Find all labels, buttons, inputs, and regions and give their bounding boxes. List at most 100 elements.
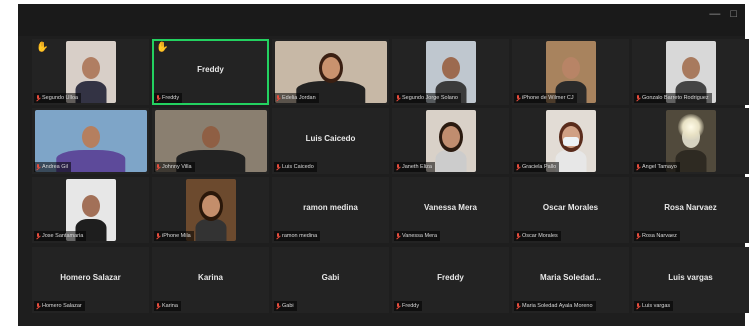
participant-name: Freddy bbox=[402, 303, 420, 309]
participant-tile[interactable]: Andrea Gil bbox=[32, 108, 149, 174]
participant-tile[interactable]: Luis Caicedo Luis Caicedo bbox=[272, 108, 389, 174]
person-head-shape bbox=[561, 57, 580, 79]
participant-name-label: iPhone de Wilmer CJ bbox=[514, 93, 577, 103]
participant-name: Angel Tamayo bbox=[642, 164, 677, 170]
person-head-shape bbox=[321, 57, 340, 79]
participant-tile[interactable]: ✋ Segundo Ulloa bbox=[32, 39, 149, 105]
muted-mic-icon bbox=[396, 303, 400, 309]
participant-name-label: iPhone Mila bbox=[154, 231, 194, 241]
participant-name-label: Segundo Ulloa bbox=[34, 93, 82, 103]
person-head-shape bbox=[81, 57, 100, 79]
participant-tile[interactable]: Vanessa Mera Vanessa Mera bbox=[392, 177, 509, 243]
participant-tile[interactable]: Rosa Narvaez Rosa Narvaez bbox=[632, 177, 749, 243]
muted-mic-icon bbox=[396, 233, 400, 239]
participant-display-name: Karina bbox=[198, 273, 223, 282]
participant-name: Segundo Jorge Solano bbox=[402, 95, 458, 101]
participant-tile[interactable]: Johnny Villa bbox=[152, 108, 269, 174]
participant-name: ramon medina bbox=[282, 233, 318, 239]
participant-tile[interactable]: Freddy Freddy bbox=[392, 247, 509, 313]
participant-tile[interactable]: Segundo Jorge Solano bbox=[392, 39, 509, 105]
participant-tile[interactable]: ramon medina ramon medina bbox=[272, 177, 389, 243]
participant-name: Edelia Jordan bbox=[282, 95, 316, 101]
participant-tile[interactable]: Karina Karina bbox=[152, 247, 269, 313]
participant-tile[interactable]: Homero Salazar Homero Salazar bbox=[32, 247, 149, 313]
participant-display-name: Freddy bbox=[437, 273, 464, 282]
participant-name-label: Homero Salazar bbox=[34, 301, 85, 311]
participant-tile[interactable]: Maria Soledad... Maria Soledad Ayala More… bbox=[512, 247, 629, 313]
maximize-button[interactable]: □ bbox=[730, 8, 737, 20]
person-head-shape bbox=[441, 57, 460, 79]
muted-mic-icon bbox=[396, 95, 400, 101]
participant-name-label: Rosa Narvaez bbox=[634, 231, 680, 241]
muted-mic-icon bbox=[396, 164, 400, 170]
participant-name-label: Luis Caicedo bbox=[274, 162, 317, 172]
participant-tile[interactable]: Jose Santamaria bbox=[32, 177, 149, 243]
participant-tile[interactable]: Oscar Morales Oscar Morales bbox=[512, 177, 629, 243]
muted-mic-icon bbox=[36, 303, 40, 309]
person-head-shape bbox=[681, 57, 700, 79]
participant-name: Johnny Villa bbox=[162, 164, 192, 170]
participant-name-label: Vanessa Mera bbox=[394, 231, 441, 241]
participant-display-name: Maria Soledad... bbox=[540, 273, 601, 282]
participant-name-label: Johnny Villa bbox=[154, 162, 195, 172]
light-glare-shape bbox=[677, 114, 704, 140]
participant-tile[interactable]: Edelia Jordan bbox=[272, 39, 389, 105]
person-head-shape bbox=[81, 126, 100, 148]
participant-name: Karina bbox=[162, 303, 178, 309]
participant-name-label: Luis vargas bbox=[634, 301, 674, 311]
participant-name-label: Maria Soledad Ayala Moreno bbox=[514, 301, 596, 311]
muted-mic-icon bbox=[636, 95, 640, 101]
participant-tile[interactable]: Gabi Gabi bbox=[272, 247, 389, 313]
participant-name: Gabi bbox=[282, 303, 294, 309]
muted-mic-icon bbox=[516, 303, 520, 309]
person-body-shape bbox=[435, 150, 466, 172]
participant-name-label: Graciela Pallo bbox=[514, 162, 560, 172]
muted-mic-icon bbox=[156, 164, 160, 170]
person-head-shape bbox=[441, 126, 460, 148]
participant-tile[interactable]: Graciela Pallo bbox=[512, 108, 629, 174]
participant-name-label: Freddy bbox=[154, 93, 183, 103]
participant-name: Oscar Morales bbox=[522, 233, 558, 239]
muted-mic-icon bbox=[276, 233, 280, 239]
participant-display-name: Oscar Morales bbox=[542, 203, 599, 212]
muted-mic-icon bbox=[156, 95, 160, 101]
participant-tile[interactable]: Janeth Eliza bbox=[392, 108, 509, 174]
participant-tile[interactable]: Luis vargas Luis vargas bbox=[632, 247, 749, 313]
participant-name-label: Edelia Jordan bbox=[274, 93, 319, 103]
participant-name-label: Oscar Morales bbox=[514, 231, 561, 241]
participant-name: iPhone Mila bbox=[162, 233, 191, 239]
muted-mic-icon bbox=[36, 233, 40, 239]
participant-name: Janeth Eliza bbox=[402, 164, 432, 170]
participant-display-name: Luis vargas bbox=[668, 273, 713, 282]
participant-display-name: Gabi bbox=[321, 273, 340, 282]
participant-tile[interactable]: Gonzalo Barreto Rodriguez bbox=[632, 39, 749, 105]
meeting-window: — □ ✋ Segundo Ulloa Freddy ✋ Freddy Edelia Jo… bbox=[18, 4, 749, 326]
person-head-shape bbox=[201, 126, 220, 148]
participant-name: Jose Santamaria bbox=[42, 233, 84, 239]
participant-name: Homero Salazar bbox=[42, 303, 82, 309]
participant-name-label: Gonzalo Barreto Rodriguez bbox=[634, 93, 712, 103]
person-head-shape bbox=[201, 195, 220, 217]
raised-hand-icon: ✋ bbox=[156, 42, 169, 53]
participant-display-name: Homero Salazar bbox=[60, 273, 121, 282]
participant-name: Gonzalo Barreto Rodriguez bbox=[642, 95, 709, 101]
participant-name: Graciela Pallo bbox=[522, 164, 557, 170]
participant-tile[interactable]: Freddy ✋ Freddy bbox=[152, 39, 269, 105]
participant-tile[interactable]: iPhone de Wilmer CJ bbox=[512, 39, 629, 105]
participant-gallery: ✋ Segundo Ulloa Freddy ✋ Freddy Edelia Jordan… bbox=[32, 39, 749, 314]
participant-tile[interactable]: Angel Tamayo bbox=[632, 108, 749, 174]
participant-name: Maria Soledad Ayala Moreno bbox=[522, 303, 593, 309]
person-body-shape bbox=[555, 150, 586, 172]
muted-mic-icon bbox=[276, 303, 280, 309]
participant-name-label: Freddy bbox=[394, 301, 423, 311]
participant-display-name: Rosa Narvaez bbox=[664, 203, 717, 212]
minimize-button[interactable]: — bbox=[709, 8, 720, 20]
muted-mic-icon bbox=[156, 233, 160, 239]
muted-mic-icon bbox=[36, 164, 40, 170]
muted-mic-icon bbox=[156, 303, 160, 309]
title-bar: — □ bbox=[18, 4, 745, 36]
person-head-shape bbox=[81, 195, 100, 217]
participant-tile[interactable]: iPhone Mila bbox=[152, 177, 269, 243]
muted-mic-icon bbox=[636, 303, 640, 309]
participant-name-label: Gabi bbox=[274, 301, 297, 311]
